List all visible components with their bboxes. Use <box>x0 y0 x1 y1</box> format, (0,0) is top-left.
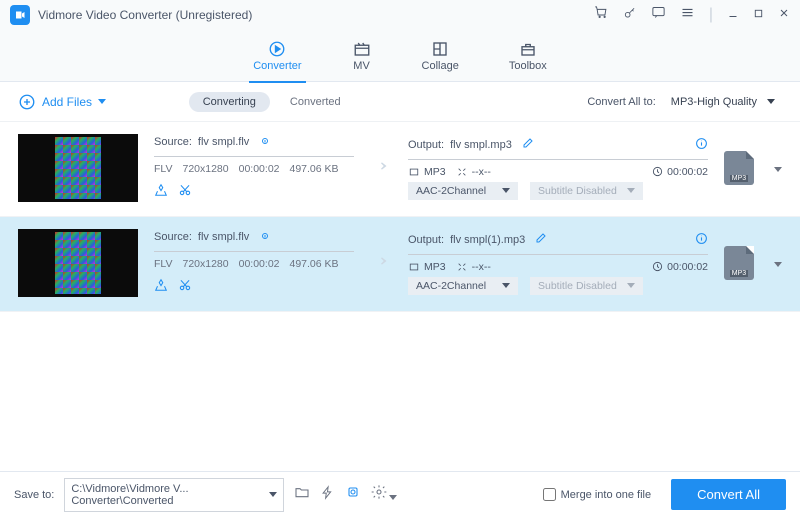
footer: Save to: C:\Vidmore\Vidmore V... Convert… <box>0 471 800 517</box>
add-files-label: Add Files <box>42 95 92 109</box>
merge-label: Merge into one file <box>561 489 652 501</box>
source-label: Source: <box>154 231 192 243</box>
tab-mv-label: MV <box>353 60 370 72</box>
source-filename: flv smpl.flv <box>198 136 249 148</box>
close-icon[interactable] <box>778 6 790 24</box>
output-label: Output: <box>408 234 444 246</box>
source-panel: Source: flv smpl.flv FLV 720x1280 00:00:… <box>154 135 354 202</box>
add-files-button[interactable]: Add Files <box>18 93 106 111</box>
convert-all-format-select[interactable]: MP3-High Quality <box>664 92 782 112</box>
source-resolution: 720x1280 <box>182 163 228 175</box>
audio-select[interactable]: AAC-2Channel <box>408 277 518 295</box>
convert-all-format-value: MP3-High Quality <box>671 96 757 108</box>
chevron-down-icon <box>269 492 277 497</box>
source-format: FLV <box>154 163 172 175</box>
convert-all-button[interactable]: Convert All <box>671 479 786 510</box>
tab-collage-label: Collage <box>422 60 459 72</box>
source-filename: flv smpl.flv <box>198 231 249 243</box>
output-duration: 00:00:02 <box>667 166 708 178</box>
info-icon[interactable] <box>695 232 708 248</box>
save-path-value: C:\Vidmore\Vidmore V... Converter\Conver… <box>71 483 269 507</box>
tab-converter[interactable]: Converter <box>253 36 301 76</box>
seg-converting[interactable]: Converting <box>189 92 270 112</box>
source-duration: 00:00:02 <box>239 258 280 270</box>
tab-converter-label: Converter <box>253 60 301 72</box>
info-icon[interactable] <box>695 137 708 153</box>
item-list: Source: flv smpl.flv FLV 720x1280 00:00:… <box>0 122 800 471</box>
app-title: Vidmore Video Converter (Unregistered) <box>38 8 594 22</box>
toolbar: Add Files Converting Converted Convert A… <box>0 82 800 122</box>
minimize-icon[interactable] <box>727 6 739 24</box>
key-icon[interactable] <box>623 6 637 25</box>
titlebar: Vidmore Video Converter (Unregistered) | <box>0 0 800 30</box>
edit-icon[interactable] <box>154 183 168 202</box>
save-to-label: Save to: <box>14 489 54 501</box>
item-format-dropdown[interactable] <box>774 254 782 272</box>
output-filename: flv smpl.mp3 <box>450 139 512 151</box>
source-size: 497.06 KB <box>290 163 339 175</box>
subtitle-select[interactable]: Subtitle Disabled <box>530 277 643 295</box>
save-path-select[interactable]: C:\Vidmore\Vidmore V... Converter\Conver… <box>64 478 284 512</box>
source-resolution: 720x1280 <box>182 258 228 270</box>
maximize-icon[interactable] <box>753 6 764 24</box>
output-container: MP3 <box>424 166 446 178</box>
audio-select[interactable]: AAC-2Channel <box>408 182 518 200</box>
convert-all-to-label: Convert All to: <box>587 96 655 108</box>
hw-accel-icon[interactable] <box>320 485 335 505</box>
main-tabs: Converter MV Collage Toolbox <box>0 30 800 82</box>
arrow-icon <box>370 155 392 182</box>
chevron-down-icon <box>627 188 635 193</box>
tab-toolbox[interactable]: Toolbox <box>509 36 547 76</box>
output-panel: Output: flv smpl.mp3 MP3 --x-- 00:00:02 … <box>408 137 708 200</box>
output-filename: flv smpl(1).mp3 <box>450 234 525 246</box>
app-logo <box>10 5 30 25</box>
menu-icon[interactable] <box>680 5 695 25</box>
format-badge[interactable]: MP3 <box>724 151 754 185</box>
divider: | <box>709 6 713 24</box>
edit-icon[interactable] <box>154 278 168 297</box>
chevron-down-icon <box>502 188 510 193</box>
edit-icon[interactable] <box>522 137 534 152</box>
source-duration: 00:00:02 <box>239 163 280 175</box>
source-label: Source: <box>154 136 192 148</box>
source-size: 497.06 KB <box>290 258 339 270</box>
output-scale: --x-- <box>472 166 491 178</box>
open-folder-icon[interactable] <box>294 484 310 505</box>
chevron-down-icon <box>502 283 510 288</box>
cart-icon[interactable] <box>594 5 609 25</box>
chevron-down-icon <box>627 283 635 288</box>
thumbnail[interactable] <box>18 229 138 297</box>
info-icon[interactable] <box>259 230 271 245</box>
info-icon[interactable] <box>259 135 271 150</box>
status-segment: Converting Converted <box>189 92 355 112</box>
settings-icon[interactable] <box>371 484 397 505</box>
subtitle-select[interactable]: Subtitle Disabled <box>530 182 643 200</box>
output-duration: 00:00:02 <box>667 261 708 273</box>
cut-icon[interactable] <box>178 183 192 202</box>
chevron-down-icon <box>767 99 775 104</box>
source-panel: Source: flv smpl.flv FLV 720x1280 00:00:… <box>154 230 354 297</box>
merge-checkbox[interactable]: Merge into one file <box>543 488 652 501</box>
tab-toolbox-label: Toolbox <box>509 60 547 72</box>
item-format-dropdown[interactable] <box>774 159 782 177</box>
merge-checkbox-input[interactable] <box>543 488 556 501</box>
tab-mv[interactable]: MV <box>352 36 372 76</box>
list-item[interactable]: Source: flv smpl.flv FLV 720x1280 00:00:… <box>0 217 800 312</box>
edit-icon[interactable] <box>535 232 547 247</box>
arrow-icon <box>370 250 392 277</box>
seg-converted[interactable]: Converted <box>276 92 355 112</box>
tab-collage[interactable]: Collage <box>422 36 459 76</box>
format-badge[interactable]: MP3 <box>724 246 754 280</box>
high-speed-icon[interactable] <box>345 484 361 505</box>
thumbnail[interactable] <box>18 134 138 202</box>
chevron-down-icon <box>98 99 106 104</box>
cut-icon[interactable] <box>178 278 192 297</box>
output-panel: Output: flv smpl(1).mp3 MP3 --x-- 00:00:… <box>408 232 708 295</box>
output-container: MP3 <box>424 261 446 273</box>
output-label: Output: <box>408 139 444 151</box>
feedback-icon[interactable] <box>651 5 666 25</box>
source-format: FLV <box>154 258 172 270</box>
list-item[interactable]: Source: flv smpl.flv FLV 720x1280 00:00:… <box>0 122 800 217</box>
output-scale: --x-- <box>472 261 491 273</box>
